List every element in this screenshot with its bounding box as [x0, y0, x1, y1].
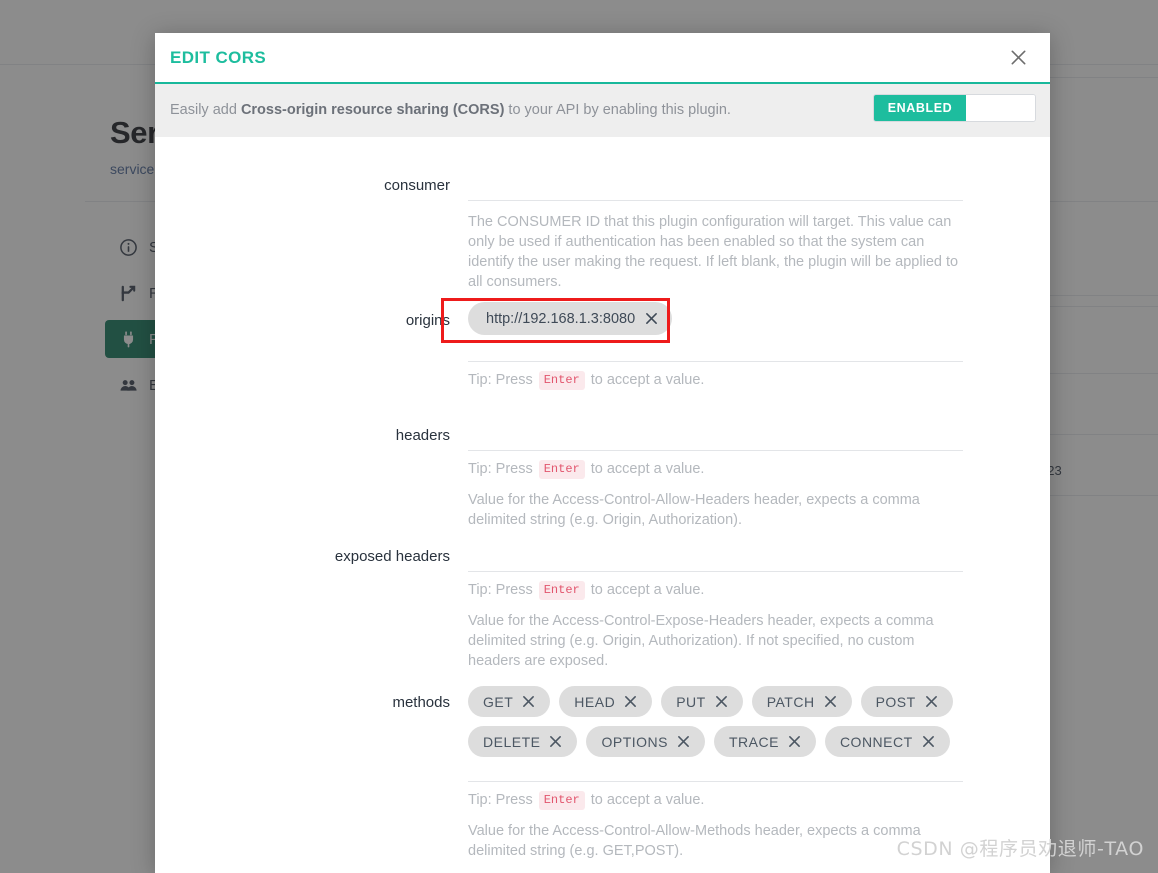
close-icon[interactable]	[677, 735, 690, 748]
tag-chip[interactable]: HEAD	[559, 686, 653, 717]
field-help-text: Value for the Access-Control-Allow-Metho…	[468, 822, 921, 859]
consumer-input[interactable]	[468, 177, 963, 200]
modal-title: EDIT CORS	[170, 48, 267, 67]
tag-chip[interactable]: CONNECT	[824, 726, 950, 757]
tag-chip[interactable]: PATCH	[751, 686, 852, 717]
close-icon[interactable]	[549, 735, 562, 748]
origins-tag-list: http://192.168.1.3:8080	[468, 302, 963, 335]
kbd-enter: Enter	[538, 791, 585, 810]
tip-suffix: to accept a value.	[590, 792, 705, 809]
edit-cors-modal: EDIT CORS Easily add Cross-origin resour…	[155, 33, 1050, 873]
tag-label: DELETE	[483, 733, 541, 750]
tip-suffix: to accept a value.	[590, 582, 705, 599]
close-button[interactable]	[1004, 43, 1032, 71]
tag-chip[interactable]: DELETE	[468, 726, 578, 757]
field-tip: Tip: Press Enter to accept a value.	[468, 581, 963, 600]
kbd-enter: Enter	[538, 460, 585, 479]
kbd-enter: Enter	[538, 581, 585, 600]
close-icon[interactable]	[922, 735, 935, 748]
methods-tag-list: GET HEAD PUT PATCH POST DELETE OPTIONS TRACE CON…	[468, 686, 963, 757]
tip-prefix: Tip: Press	[468, 372, 533, 389]
field-underline	[468, 361, 963, 362]
banner-description: Easily add Cross-origin resource sharing…	[170, 101, 731, 120]
field-control: GET HEAD PUT PATCH POST DELETE OPTIONS TRACE CON…	[468, 686, 963, 861]
field-underline	[468, 571, 963, 572]
field-label: consumer	[384, 177, 450, 194]
tag-chip[interactable]: PUT	[661, 686, 743, 717]
banner-prefix: Easily add	[170, 102, 241, 119]
close-icon[interactable]	[645, 312, 658, 325]
field-underline	[468, 200, 963, 201]
tag-label: CONNECT	[839, 733, 913, 750]
field-label: headers	[395, 427, 450, 444]
field-control: Tip: Press Enter to accept a value. Valu…	[468, 427, 963, 530]
tag-chip[interactable]: POST	[860, 686, 953, 717]
field-underline	[468, 781, 963, 782]
tag-chip[interactable]: http://192.168.1.3:8080	[468, 302, 673, 335]
watermark: CSDN @程序员劝退师-TAO	[896, 838, 1144, 860]
tag-label: http://192.168.1.3:8080	[486, 310, 636, 327]
tip-suffix: to accept a value.	[590, 372, 705, 389]
tag-chip[interactable]: TRACE	[713, 726, 816, 757]
close-icon[interactable]	[624, 695, 637, 708]
tip-prefix: Tip: Press	[468, 582, 533, 599]
screen-root: Ser service Se Ro Pl	[0, 0, 1158, 873]
kbd-enter: Enter	[538, 371, 585, 390]
tip-prefix: Tip: Press	[468, 461, 533, 478]
tag-label: POST	[875, 693, 916, 710]
toggle-off-track	[966, 95, 1035, 121]
tag-label: GET	[483, 693, 514, 710]
tag-chip[interactable]: OPTIONS	[586, 726, 705, 757]
field-help-text: The CONSUMER ID that this plugin configu…	[468, 214, 959, 290]
headers-input[interactable]	[468, 427, 963, 450]
field-tip: Tip: Press Enter to accept a value.	[468, 791, 963, 810]
tag-label: PATCH	[766, 693, 815, 710]
tag-chip[interactable]: GET	[468, 686, 551, 717]
field-label: methods	[392, 694, 450, 711]
toggle-on-label: ENABLED	[874, 95, 966, 121]
close-icon[interactable]	[522, 695, 535, 708]
plugin-banner: Easily add Cross-origin resource sharing…	[155, 84, 1050, 137]
tag-label: TRACE	[728, 733, 779, 750]
field-control: http://192.168.1.3:8080 Tip: Press Enter…	[468, 302, 963, 390]
close-icon[interactable]	[788, 735, 801, 748]
field-underline	[468, 450, 963, 451]
banner-emphasis: Cross-origin resource sharing (CORS)	[240, 102, 505, 119]
modal-header: EDIT CORS	[155, 33, 1050, 84]
field-label: origins	[405, 312, 450, 329]
close-icon	[1009, 48, 1028, 67]
field-control: The CONSUMER ID that this plugin configu…	[468, 177, 963, 292]
tip-suffix: to accept a value.	[590, 461, 705, 478]
banner-suffix: to your API by enabling this plugin.	[504, 102, 731, 119]
close-icon[interactable]	[824, 695, 837, 708]
close-icon[interactable]	[925, 695, 938, 708]
field-control: Tip: Press Enter to accept a value. Valu…	[468, 548, 963, 671]
tag-label: HEAD	[574, 693, 616, 710]
close-icon[interactable]	[715, 695, 728, 708]
field-help-text: Value for the Access-Control-Expose-Head…	[468, 612, 934, 669]
tag-label: OPTIONS	[601, 733, 668, 750]
modal-body: consumer The CONSUMER ID that this plugi…	[155, 137, 1050, 871]
field-label: exposed headers	[334, 548, 450, 565]
tip-prefix: Tip: Press	[468, 792, 533, 809]
exposed-headers-input[interactable]	[468, 548, 963, 571]
tag-label: PUT	[676, 693, 706, 710]
field-help-text: Value for the Access-Control-Allow-Heade…	[468, 491, 920, 528]
field-tip: Tip: Press Enter to accept a value.	[468, 371, 963, 390]
field-tip: Tip: Press Enter to accept a value.	[468, 460, 963, 479]
enabled-toggle[interactable]: ENABLED	[873, 94, 1036, 122]
